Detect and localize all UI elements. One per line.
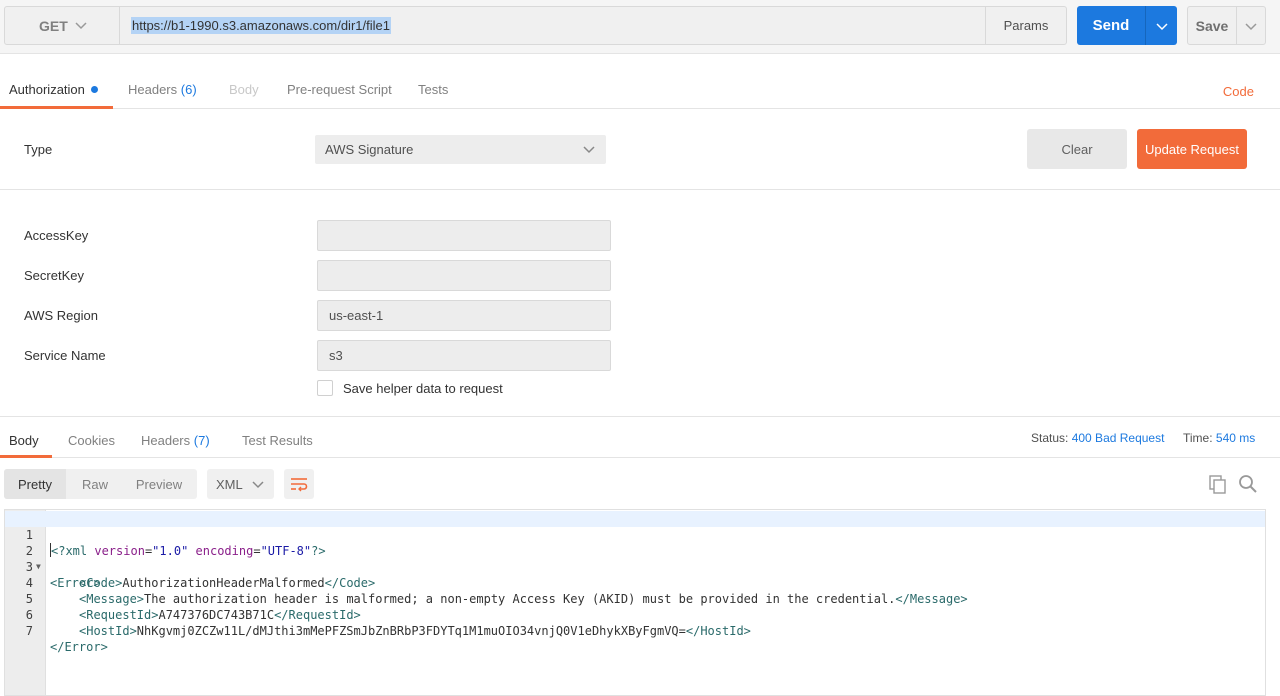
tab-count: (6) [180,82,197,97]
request-tabs: Authorization Headers (6) Body Pre-reque… [0,74,1280,109]
xml-text: NhKgvmj0ZCZw11L/dMJthi3mMePFZSmJbZnBRbP3… [136,624,686,638]
save-button[interactable]: Save [1187,6,1237,45]
auth-type-value: AWS Signature [325,142,414,157]
code-line: 4 <Message>The authorization header is m… [5,559,1265,606]
time-value: 540 ms [1215,431,1256,445]
access-key-field[interactable] [317,220,611,251]
update-request-button[interactable]: Update Request [1137,129,1247,169]
tab-label: Headers [141,433,191,448]
time-label: Time: [1183,431,1213,445]
status-value: 400 Bad Request [1071,431,1165,445]
active-tab-indicator [0,106,113,109]
xml-tag: <HostId> [79,624,137,638]
chevron-down-icon [1155,22,1168,30]
secret-key-label: SecretKey [24,268,84,283]
pretty-button[interactable]: Pretty [4,469,66,499]
url-input[interactable]: https://b1-1990.s3.amazonaws.com/dir1/fi… [120,6,986,45]
response-tabs: Body Cookies Headers (7) Test Results St… [0,416,1280,458]
time-info: Time: 540 ms [1183,431,1255,445]
copy-icon[interactable] [1208,474,1228,494]
method-label: GET [39,17,68,34]
wrap-lines-icon [291,478,308,492]
send-options-button[interactable] [1145,6,1177,45]
preview-button[interactable]: Preview [124,469,194,499]
code-line: 7 </Error> [5,607,1265,654]
params-button[interactable]: Params [985,6,1067,45]
auth-type-row: Type AWS Signature Clear Update Request [0,110,1280,190]
access-key-label: AccessKey [24,228,89,243]
service-name-field[interactable]: s3 [317,340,611,371]
search-icon[interactable] [1238,474,1258,494]
response-body-editor[interactable]: 1 <?xml version="1.0" encoding="UTF-8"?>… [4,509,1266,696]
tab-test-results[interactable]: Test Results [242,433,313,448]
code-text: <HostId>NhKgvmj0ZCZw11L/dMJthi3mMePFZSmJ… [79,623,751,639]
clear-button[interactable]: Clear [1027,129,1127,169]
format-value: XML [216,476,243,492]
wrap-lines-button[interactable] [284,469,314,499]
tab-authorization[interactable]: Authorization [9,82,98,97]
code-line: 3 <Code>AuthorizationHeaderMalformed</Co… [5,543,1265,590]
tab-headers[interactable]: Headers (6) [128,82,197,97]
tab-label: Authorization [9,82,85,97]
aws-region-label: AWS Region [24,308,98,323]
chevron-down-icon [1245,22,1257,30]
view-mode-group: Pretty Raw Preview [4,469,197,499]
xml-tag: </HostId> [685,624,751,638]
tab-prerequest-script[interactable]: Pre-request Script [287,82,392,97]
chevron-down-icon [252,481,264,489]
service-name-label: Service Name [24,348,106,363]
raw-button[interactable]: Raw [66,469,124,499]
tab-response-headers[interactable]: Headers (7) [141,433,210,448]
aws-region-field[interactable]: us-east-1 [317,300,611,331]
line-number: 7 [25,624,33,638]
tab-count: (7) [193,433,210,448]
modified-dot-icon [90,86,98,93]
tab-label: Headers [128,82,178,97]
code-line: 6 <HostId>NhKgvmj0ZCZw11L/dMJthi3mMePFZS… [5,591,1265,638]
code-text: </Error> [50,640,108,654]
request-bar: GET https://b1-1990.s3.amazonaws.com/dir… [0,0,1280,54]
status-label: Status: [1031,431,1069,445]
tab-tests[interactable]: Tests [418,82,448,97]
method-select[interactable]: GET [4,6,120,45]
tab-body[interactable]: Body [229,82,259,97]
code-line: 1 <?xml version="1.0" encoding="UTF-8"?> [5,511,1265,558]
save-helper-label: Save helper data to request [343,381,503,396]
code-line: 5 <RequestId>A747376DC743B71C</RequestId… [5,575,1265,622]
save-helper-checkbox[interactable] [317,380,333,396]
auth-type-select[interactable]: AWS Signature [315,135,606,164]
chevron-down-icon [583,146,595,154]
send-button[interactable]: Send [1077,6,1145,45]
tab-response-body[interactable]: Body [9,433,39,448]
url-text: https://b1-1990.s3.amazonaws.com/dir1/fi… [131,17,391,34]
active-tab-indicator [0,455,52,458]
code-link[interactable]: Code [1223,84,1254,99]
status-info: Status: 400 Bad Request [1031,431,1164,445]
code-line: 2 ▼ <Error> [5,527,1265,590]
tab-cookies[interactable]: Cookies [68,433,115,448]
type-label: Type [24,142,53,157]
secret-key-field[interactable] [317,260,611,291]
chevron-down-icon [75,22,87,30]
save-options-button[interactable] [1236,6,1266,45]
format-select[interactable]: XML [207,469,274,499]
